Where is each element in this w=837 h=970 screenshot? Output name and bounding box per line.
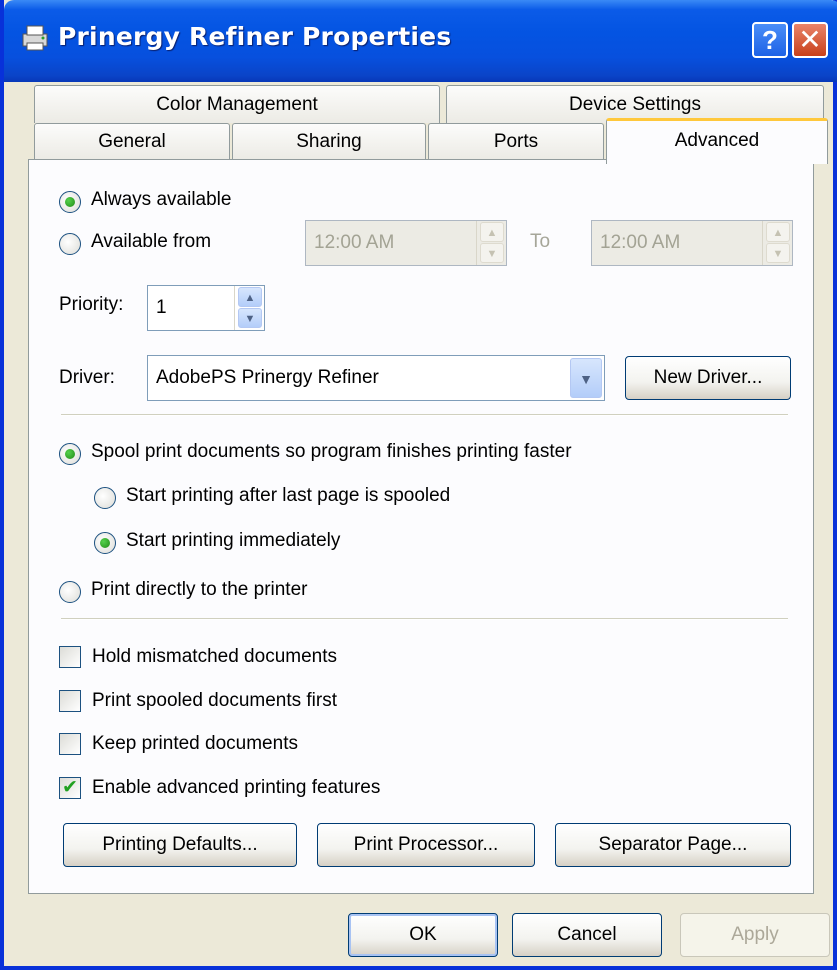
chevron-up-icon[interactable]: ▲ — [480, 222, 504, 242]
driver-label: Driver: — [59, 367, 115, 388]
priority-field[interactable]: 1 ▲ ▼ — [147, 285, 265, 331]
driver-value: AdobePS Prinergy Refiner — [156, 367, 379, 388]
to-time-value: 12:00 AM — [600, 232, 681, 253]
window-title: Prinergy Refiner Properties — [58, 22, 452, 51]
ok-button[interactable]: OK — [348, 913, 498, 957]
hold-mismatched-checkbox[interactable] — [59, 646, 81, 668]
priority-value: 1 — [156, 297, 167, 318]
always-available-radio[interactable] — [59, 191, 81, 213]
start-immediately-radio[interactable] — [94, 532, 116, 554]
chevron-down-icon[interactable]: ▼ — [238, 308, 262, 328]
to-time-field[interactable]: 12:00 AM ▲ ▼ — [591, 220, 793, 266]
always-available-label[interactable]: Always available — [91, 189, 231, 211]
print-processor-button[interactable]: Print Processor... — [317, 823, 535, 867]
spool-radio[interactable] — [59, 443, 81, 465]
cancel-button[interactable]: Cancel — [512, 913, 662, 957]
start-after-last-radio[interactable] — [94, 487, 116, 509]
enable-advanced-checkbox[interactable]: ✔ — [59, 777, 81, 799]
hold-mismatched-label[interactable]: Hold mismatched documents — [92, 646, 337, 668]
chevron-down-icon[interactable]: ▼ — [480, 243, 504, 263]
chevron-up-icon[interactable]: ▲ — [766, 222, 790, 242]
print-directly-radio[interactable] — [59, 581, 81, 603]
print-spooled-first-label[interactable]: Print spooled documents first — [92, 690, 337, 712]
help-button[interactable]: ? — [752, 22, 788, 58]
start-immediately-label[interactable]: Start printing immediately — [126, 530, 340, 552]
available-from-label[interactable]: Available from — [91, 231, 211, 253]
printer-icon — [22, 25, 48, 51]
print-spooled-first-checkbox[interactable] — [59, 690, 81, 712]
from-time-value: 12:00 AM — [314, 232, 395, 253]
tab-general[interactable]: General — [34, 123, 230, 159]
keep-printed-checkbox[interactable] — [59, 733, 81, 755]
tab-sharing[interactable]: Sharing — [232, 123, 426, 159]
title-bar[interactable]: Prinergy Refiner Properties ? ✕ — [4, 0, 837, 82]
start-after-last-label[interactable]: Start printing after last page is spoole… — [126, 485, 450, 507]
new-driver-button[interactable]: New Driver... — [625, 356, 791, 400]
divider — [61, 618, 788, 620]
driver-dropdown[interactable]: AdobePS Prinergy Refiner ▼ — [147, 355, 605, 401]
tab-strip: Color Management Device Settings General… — [34, 85, 829, 165]
chevron-up-icon[interactable]: ▲ — [238, 287, 262, 307]
priority-spinner[interactable]: ▲ ▼ — [234, 286, 264, 330]
advanced-panel: Always available Available from 12:00 AM… — [28, 159, 814, 894]
priority-label: Priority: — [59, 294, 124, 315]
spool-label[interactable]: Spool print documents so program finishe… — [91, 441, 572, 463]
to-time-spinner[interactable]: ▲ ▼ — [762, 221, 792, 265]
chevron-down-icon[interactable]: ▼ — [570, 358, 602, 398]
properties-dialog: Prinergy Refiner Properties ? ✕ Color Ma… — [0, 0, 837, 970]
separator-page-button[interactable]: Separator Page... — [555, 823, 791, 867]
check-mark-icon: ✔ — [62, 777, 78, 798]
chevron-down-icon[interactable]: ▼ — [766, 243, 790, 263]
tab-ports[interactable]: Ports — [428, 123, 604, 159]
tab-advanced[interactable]: Advanced — [606, 118, 828, 164]
keep-printed-label[interactable]: Keep printed documents — [92, 733, 298, 755]
apply-button[interactable]: Apply — [680, 913, 830, 957]
to-label: To — [530, 231, 551, 252]
from-time-field[interactable]: 12:00 AM ▲ ▼ — [305, 220, 507, 266]
printing-defaults-button[interactable]: Printing Defaults... — [63, 823, 297, 867]
print-directly-label[interactable]: Print directly to the printer — [91, 579, 307, 601]
available-from-radio[interactable] — [59, 233, 81, 255]
from-time-spinner[interactable]: ▲ ▼ — [476, 221, 506, 265]
tab-color-management[interactable]: Color Management — [34, 85, 440, 123]
divider — [61, 414, 788, 416]
enable-advanced-label[interactable]: Enable advanced printing features — [92, 777, 380, 799]
close-button[interactable]: ✕ — [792, 22, 828, 58]
